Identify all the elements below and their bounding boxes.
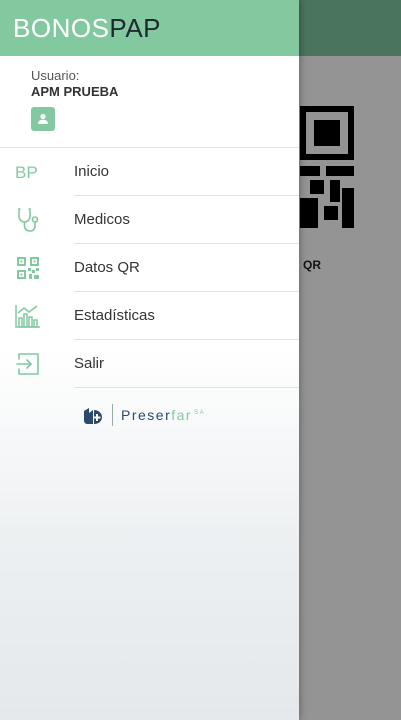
brand-part-2: PAP bbox=[109, 13, 162, 43]
preserfar-mark-icon bbox=[84, 408, 102, 424]
chart-icon bbox=[14, 304, 42, 328]
preserfar-logo: Preserfar SA bbox=[82, 402, 205, 428]
menu-label-salir: Salir bbox=[74, 355, 105, 372]
user-info: Usuario: APM PRUEBA bbox=[0, 56, 299, 148]
app-logo: BONOSPAP bbox=[13, 14, 161, 42]
menu-label-medicos: Medicos bbox=[74, 211, 130, 228]
bp-logo-icon: BP bbox=[14, 160, 42, 184]
menu-item-datos-qr[interactable]: Datos QR bbox=[0, 244, 299, 292]
person-icon[interactable] bbox=[31, 107, 55, 131]
menu-label-estadisticas: Estadísticas bbox=[74, 307, 155, 324]
logo-suffix: SA bbox=[194, 410, 206, 417]
menu-item-estadisticas[interactable]: Estadísticas bbox=[0, 292, 299, 340]
user-name: APM PRUEBA bbox=[31, 84, 119, 99]
svg-text:BP: BP bbox=[15, 163, 38, 182]
exit-icon bbox=[14, 352, 42, 376]
menu-item-medicos[interactable]: Medicos bbox=[0, 196, 299, 244]
stethoscope-icon bbox=[14, 208, 42, 232]
menu-label-inicio: Inicio bbox=[74, 163, 110, 180]
menu-label-datos-qr: Datos QR bbox=[74, 259, 140, 276]
drawer-header: BONOSPAP bbox=[0, 0, 299, 56]
navigation-drawer: BONOSPAP Usuario: APM PRUEBA BP Inicio M… bbox=[0, 0, 299, 720]
menu-item-salir[interactable]: Salir bbox=[0, 340, 299, 388]
logo-part-1: Preser bbox=[121, 407, 172, 423]
menu-item-inicio[interactable]: BP Inicio bbox=[0, 148, 299, 196]
logo-separator bbox=[112, 404, 113, 426]
drawer-menu: BP Inicio Medicos Datos QR Estadísticas … bbox=[0, 148, 299, 388]
preserfar-wordmark: Preserfar SA bbox=[121, 407, 205, 423]
divider bbox=[74, 387, 299, 388]
user-caption: Usuario: bbox=[31, 68, 80, 83]
logo-part-2: far bbox=[171, 407, 193, 423]
qr-code-icon bbox=[14, 256, 42, 280]
brand-part-1: BONOS bbox=[13, 13, 110, 43]
